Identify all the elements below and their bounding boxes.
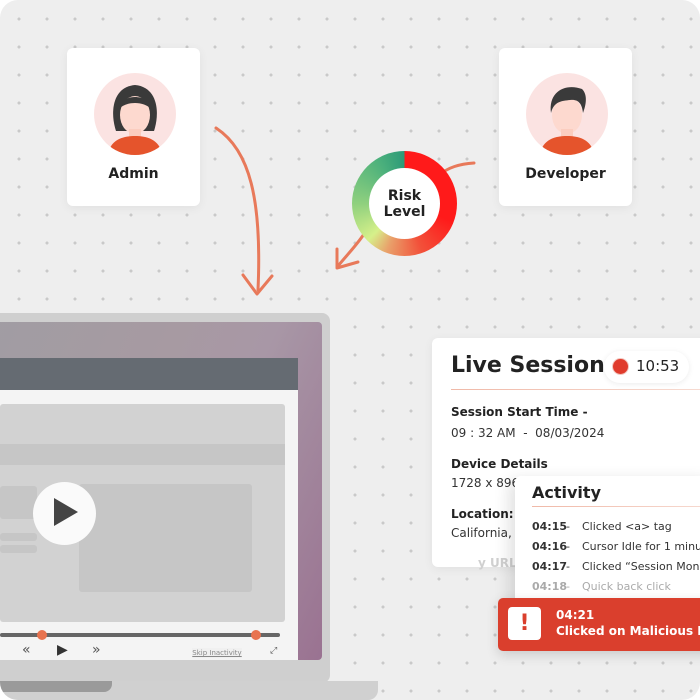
placeholder-line bbox=[0, 545, 37, 553]
activity-time: 04:16 bbox=[532, 540, 568, 553]
timer-value: 10:53 bbox=[636, 357, 680, 375]
activity-panel: Activity 04:15- Clicked <a> tag 04:16- Cur… bbox=[515, 476, 700, 616]
laptop-notch bbox=[0, 681, 112, 692]
activity-text: Quick back click bbox=[582, 580, 671, 593]
risk-arrow-icon bbox=[336, 232, 366, 268]
fullscreen-icon[interactable]: ⤢ bbox=[270, 646, 277, 656]
admin-arrow-icon bbox=[214, 126, 261, 292]
placeholder-block bbox=[0, 486, 37, 519]
activity-item[interactable]: 04:15- Clicked <a> tag bbox=[532, 520, 672, 533]
scrubber-start-handle[interactable] bbox=[37, 630, 47, 640]
live-session-title: Live Session bbox=[451, 353, 605, 378]
location-label: Location: bbox=[451, 507, 514, 521]
activity-text: Clicked <a> tag bbox=[582, 520, 672, 533]
activity-item[interactable]: 04:18- Quick back click bbox=[532, 580, 671, 593]
activity-text: Clicked “Session Monito bbox=[582, 560, 700, 573]
browser-toolbar bbox=[0, 358, 298, 390]
placeholder-line bbox=[0, 533, 37, 541]
recording-dot-icon bbox=[613, 359, 628, 374]
play-icon[interactable] bbox=[54, 498, 78, 526]
session-start-value: 09 : 32 AM - 08/03/2024 bbox=[451, 426, 605, 440]
placeholder-nav-strip bbox=[0, 444, 285, 465]
malicious-link-alert[interactable]: ! 04:21 Clicked on Malicious Link bbox=[498, 598, 700, 651]
activity-time: 04:18 bbox=[532, 580, 568, 593]
placeholder-image bbox=[79, 484, 252, 592]
skip-inactivity-button[interactable]: Skip Inactivity bbox=[192, 648, 242, 658]
risk-label-line1: Risk bbox=[387, 187, 422, 204]
rewind-button[interactable]: « bbox=[22, 642, 31, 658]
alert-time: 04:21 bbox=[556, 608, 595, 622]
title-divider bbox=[451, 389, 700, 390]
activity-time: 04:17 bbox=[532, 560, 568, 573]
activity-item[interactable]: 04:17-Clicked “Session Monito bbox=[532, 560, 700, 573]
play-control-button[interactable]: ▶ bbox=[57, 642, 68, 658]
device-details-value: 1728 x 896 bbox=[451, 476, 520, 490]
activity-divider bbox=[532, 506, 700, 507]
session-timer: 10:53 bbox=[604, 351, 689, 383]
device-details-label: Device Details bbox=[451, 457, 548, 471]
risk-level-gauge: Risk Level bbox=[352, 151, 457, 256]
background-canvas: Admin Developer Risk Level « ▶ » Skip In… bbox=[0, 0, 700, 700]
location-value: California, bbox=[451, 526, 512, 540]
risk-level-label: Risk Level bbox=[369, 168, 440, 239]
warning-icon: ! bbox=[508, 607, 541, 640]
activity-item[interactable]: 04:16-Cursor Idle for 1 minute bbox=[532, 540, 700, 553]
scrubber-end-handle[interactable] bbox=[251, 630, 261, 640]
risk-label-line2: Level bbox=[383, 203, 426, 220]
activity-text: Cursor Idle for 1 minute bbox=[582, 540, 700, 553]
fast-forward-button[interactable]: » bbox=[92, 642, 101, 658]
session-start-label: Session Start Time - bbox=[451, 405, 588, 419]
activity-time: 04:15 bbox=[532, 520, 568, 533]
activity-title: Activity bbox=[532, 483, 601, 502]
alert-message: Clicked on Malicious Link bbox=[556, 624, 700, 638]
